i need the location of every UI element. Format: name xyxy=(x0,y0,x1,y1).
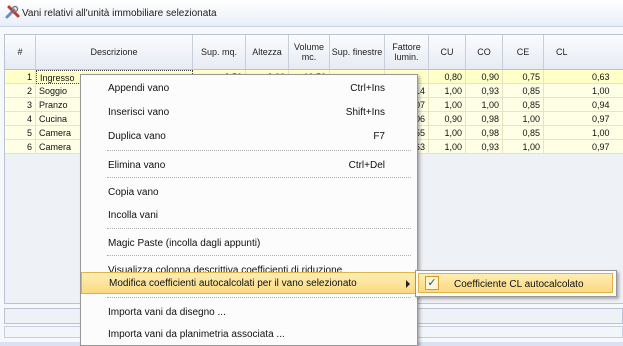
cell-ce[interactable]: 0,75 xyxy=(503,70,544,84)
menu-item-import-from-drawing[interactable]: Importa vani da disegno ... xyxy=(81,301,417,323)
menu-separator xyxy=(107,228,411,229)
col-header-window-area[interactable]: Sup. finestre xyxy=(330,35,385,69)
cell-cu[interactable]: 0,90 xyxy=(429,112,466,126)
menu-item-copy-room[interactable]: Copia vano xyxy=(81,181,417,203)
col-header-height[interactable]: Altezza xyxy=(246,35,289,69)
menu-item-insert-room[interactable]: Inserisci vano Shift+Ins xyxy=(81,101,417,123)
check-icon: ✓ xyxy=(425,276,439,290)
cell-co[interactable]: 0,93 xyxy=(466,84,503,98)
cell-cu[interactable]: 1,00 xyxy=(429,98,466,112)
cell-cl[interactable]: 1,00 xyxy=(544,126,623,140)
cell-cl[interactable]: 1,00 xyxy=(544,84,623,98)
cell-ce[interactable]: 0,85 xyxy=(503,98,544,112)
cell-co[interactable]: 0,98 xyxy=(466,112,503,126)
col-header-cu[interactable]: CU xyxy=(429,35,466,69)
submenu-item-label: Coefficiente CL autocalcolato xyxy=(454,279,584,290)
cell-number: 4 xyxy=(5,112,36,126)
menu-item-shortcut: F7 xyxy=(373,131,385,142)
menu-item-shortcut: Shift+Ins xyxy=(345,107,385,118)
cell-cl[interactable]: 0,94 xyxy=(544,98,623,112)
menu-item-label: Inserisci vano xyxy=(108,107,170,118)
cell-cl[interactable]: 0,63 xyxy=(544,70,623,84)
cell-cu[interactable]: 1,00 xyxy=(429,140,466,154)
context-menu: Appendi vano Ctrl+Ins Inserisci vano Shi… xyxy=(80,74,418,346)
cell-co[interactable]: 0,93 xyxy=(466,140,503,154)
cell-co[interactable]: 0,90 xyxy=(466,70,503,84)
col-header-cl[interactable]: CL xyxy=(544,35,623,69)
menu-item-duplicate-room[interactable]: Duplica vano F7 xyxy=(81,125,417,147)
menu-item-magic-paste[interactable]: Magic Paste (incolla dagli appunti) xyxy=(81,232,417,254)
cell-cu[interactable]: 1,00 xyxy=(429,84,466,98)
menu-separator xyxy=(107,177,411,178)
col-header-area[interactable]: Sup. mq. xyxy=(193,35,246,69)
menu-separator xyxy=(107,150,411,151)
submenu-arrow-icon xyxy=(406,280,410,288)
menu-item-label: Appendi vano xyxy=(108,83,170,94)
cell-cl[interactable]: 0,97 xyxy=(544,112,623,126)
cell-cu[interactable]: 0,80 xyxy=(429,70,466,84)
cell-ce[interactable]: 0,85 xyxy=(503,126,544,140)
cell-number: 1 xyxy=(5,70,36,84)
cell-ce[interactable]: 0,85 xyxy=(503,84,544,98)
cell-co[interactable]: 0,98 xyxy=(466,126,503,140)
cell-cl[interactable]: 0,97 xyxy=(544,140,623,154)
menu-separator xyxy=(107,255,411,256)
menu-item-label: Importa vani da disegno ... xyxy=(108,307,226,318)
cell-number: 5 xyxy=(5,126,36,140)
menu-item-label: Copia vano xyxy=(108,187,159,198)
menu-item-append-room[interactable]: Appendi vano Ctrl+Ins xyxy=(81,77,417,99)
panel-title: Vani relativi all'unità immobiliare sele… xyxy=(22,8,217,19)
menu-item-shortcut: Ctrl+Del xyxy=(348,160,385,171)
coefficients-submenu: ✓ Coefficiente CL autocalcolato xyxy=(415,270,617,297)
menu-item-edit-coefficients[interactable]: Modifica coefficienti autocalcolati per … xyxy=(81,272,417,294)
col-header-ce[interactable]: CE xyxy=(503,35,544,69)
table-header: # Descrizione Sup. mq. Altezza Volume mc… xyxy=(5,35,623,70)
panel-titlebar: Vani relativi all'unità immobiliare sele… xyxy=(0,0,623,27)
cell-co[interactable]: 1,00 xyxy=(466,98,503,112)
cell-number: 2 xyxy=(5,84,36,98)
col-header-volume[interactable]: Volume mc. xyxy=(289,35,330,69)
menu-item-paste-rooms[interactable]: Incolla vani xyxy=(81,204,417,226)
menu-item-label: Modifica coefficienti autocalcolati per … xyxy=(109,278,357,289)
cell-number: 3 xyxy=(5,98,36,112)
menu-separator xyxy=(107,297,411,298)
col-header-number[interactable]: # xyxy=(5,35,36,69)
menu-item-label: Elimina vano xyxy=(108,160,166,171)
menu-item-label: Incolla vani xyxy=(108,210,159,221)
menu-item-label: Duplica vano xyxy=(108,131,166,142)
tools-icon xyxy=(5,5,20,19)
cell-ce[interactable]: 1,00 xyxy=(503,112,544,126)
cell-number: 6 xyxy=(5,140,36,154)
col-header-light-factor[interactable]: Fattore lumin. xyxy=(385,35,429,69)
submenu-item-cl-autocalculated[interactable]: ✓ Coefficiente CL autocalcolato xyxy=(418,273,613,293)
cell-ce[interactable]: 1,00 xyxy=(503,140,544,154)
menu-item-label: Magic Paste (incolla dagli appunti) xyxy=(108,238,261,249)
cell-cu[interactable]: 1,00 xyxy=(429,126,466,140)
menu-item-shortcut: Ctrl+Ins xyxy=(350,83,385,94)
menu-item-label: Importa vani da planimetria associata ..… xyxy=(108,329,285,340)
col-header-description[interactable]: Descrizione xyxy=(36,35,193,69)
col-header-co[interactable]: CO xyxy=(466,35,503,69)
menu-item-delete-room[interactable]: Elimina vano Ctrl+Del xyxy=(81,154,417,176)
